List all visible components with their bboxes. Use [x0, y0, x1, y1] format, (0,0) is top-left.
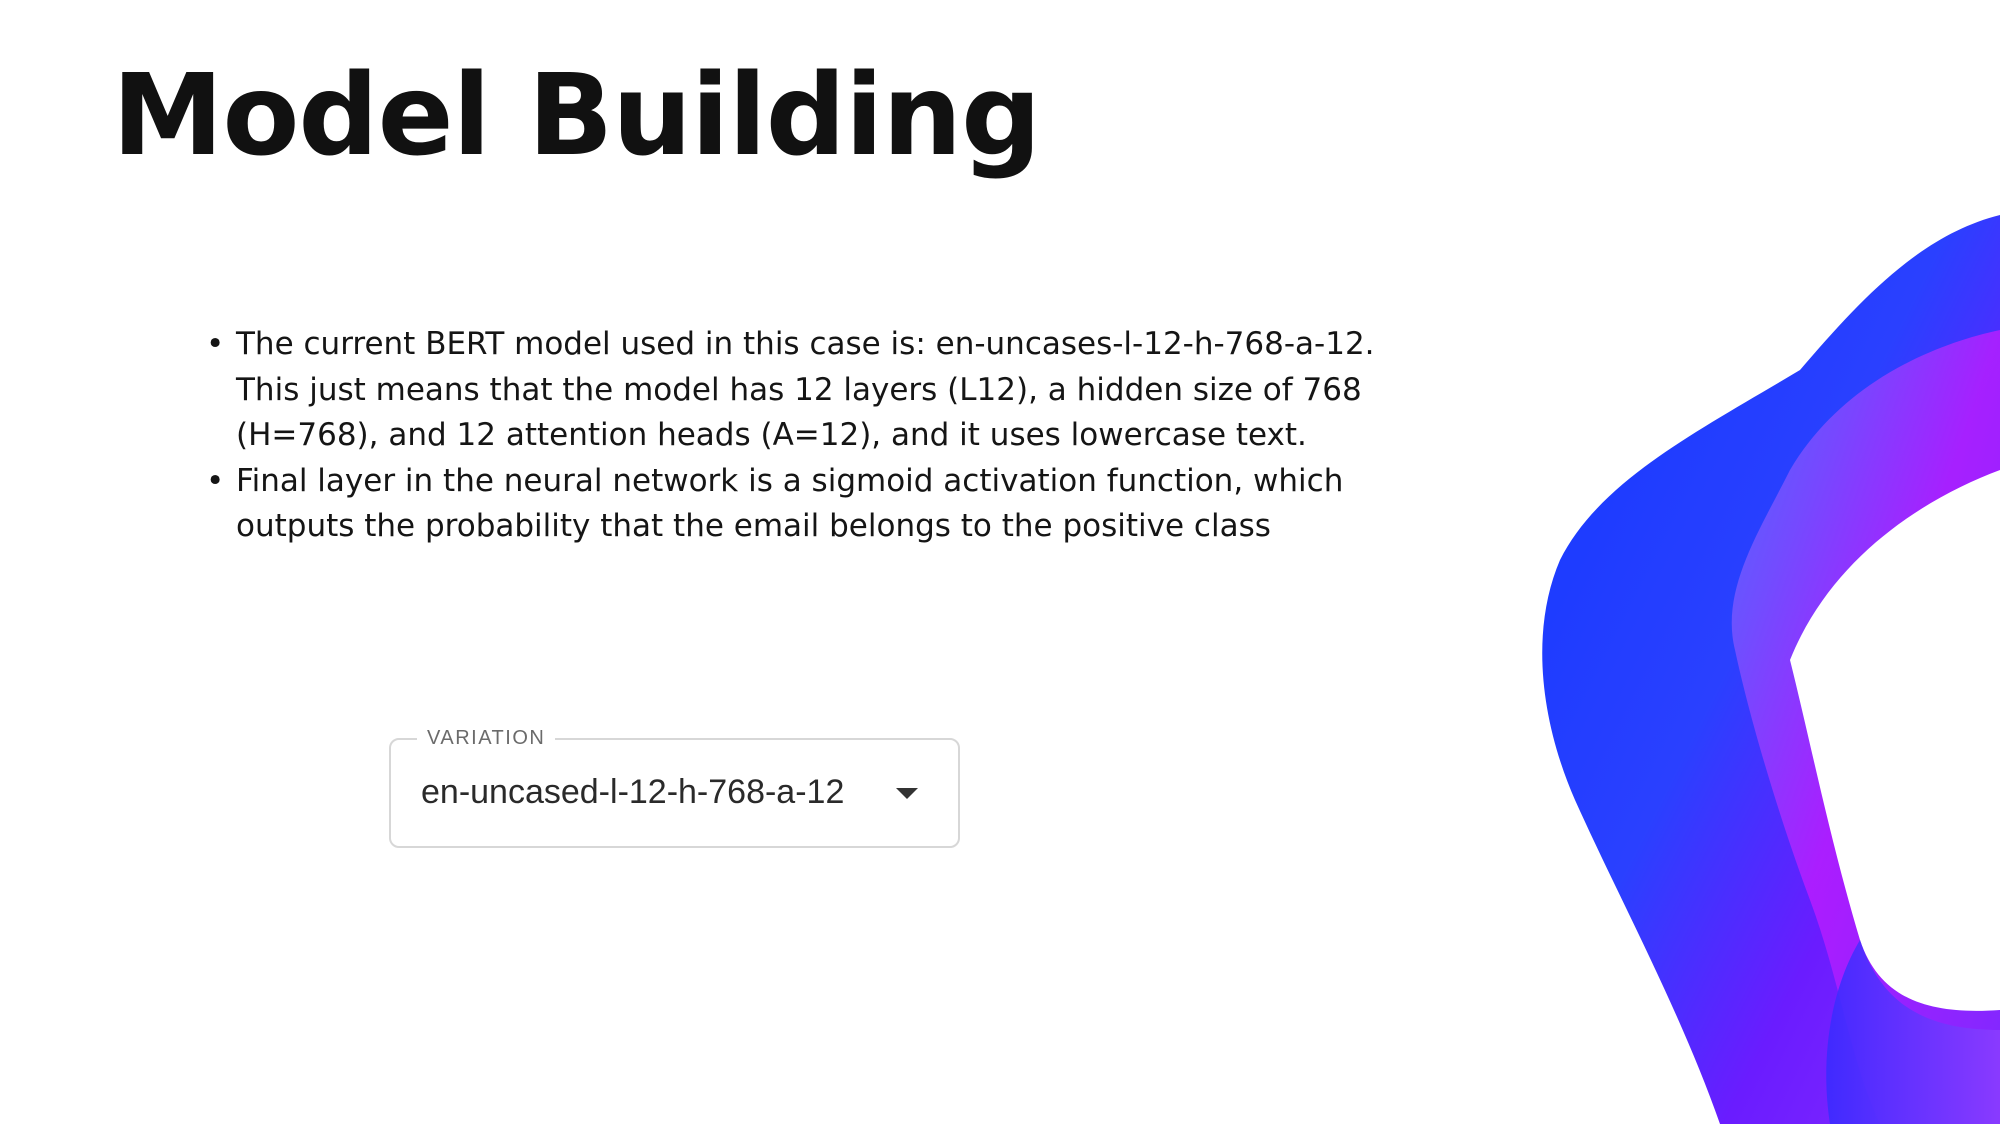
list-item: • The current BERT model used in this ca… — [206, 322, 1446, 459]
bullet-icon: • — [206, 326, 225, 362]
ribbon-lower — [1826, 940, 2000, 1124]
variation-select[interactable]: VARIATION en-uncased-l-12-h-768-a-12 — [389, 723, 960, 848]
ribbon-outer — [1542, 215, 2000, 1124]
ribbon-inner — [1731, 330, 2000, 1124]
bullet-text: The current BERT model used in this case… — [236, 326, 1375, 453]
bullet-text: Final layer in the neural network is a s… — [236, 462, 1344, 545]
chevron-down-icon[interactable] — [896, 788, 918, 799]
list-item: • Final layer in the neural network is a… — [206, 459, 1446, 550]
bullet-list: • The current BERT model used in this ca… — [206, 322, 1446, 550]
page-title: Model Building — [112, 51, 1041, 181]
variation-label: VARIATION — [417, 723, 556, 753]
bullet-icon: • — [206, 462, 225, 499]
variation-value: en-uncased-l-12-h-768-a-12 — [421, 773, 845, 811]
ribbon-hole — [1790, 470, 2000, 1011]
